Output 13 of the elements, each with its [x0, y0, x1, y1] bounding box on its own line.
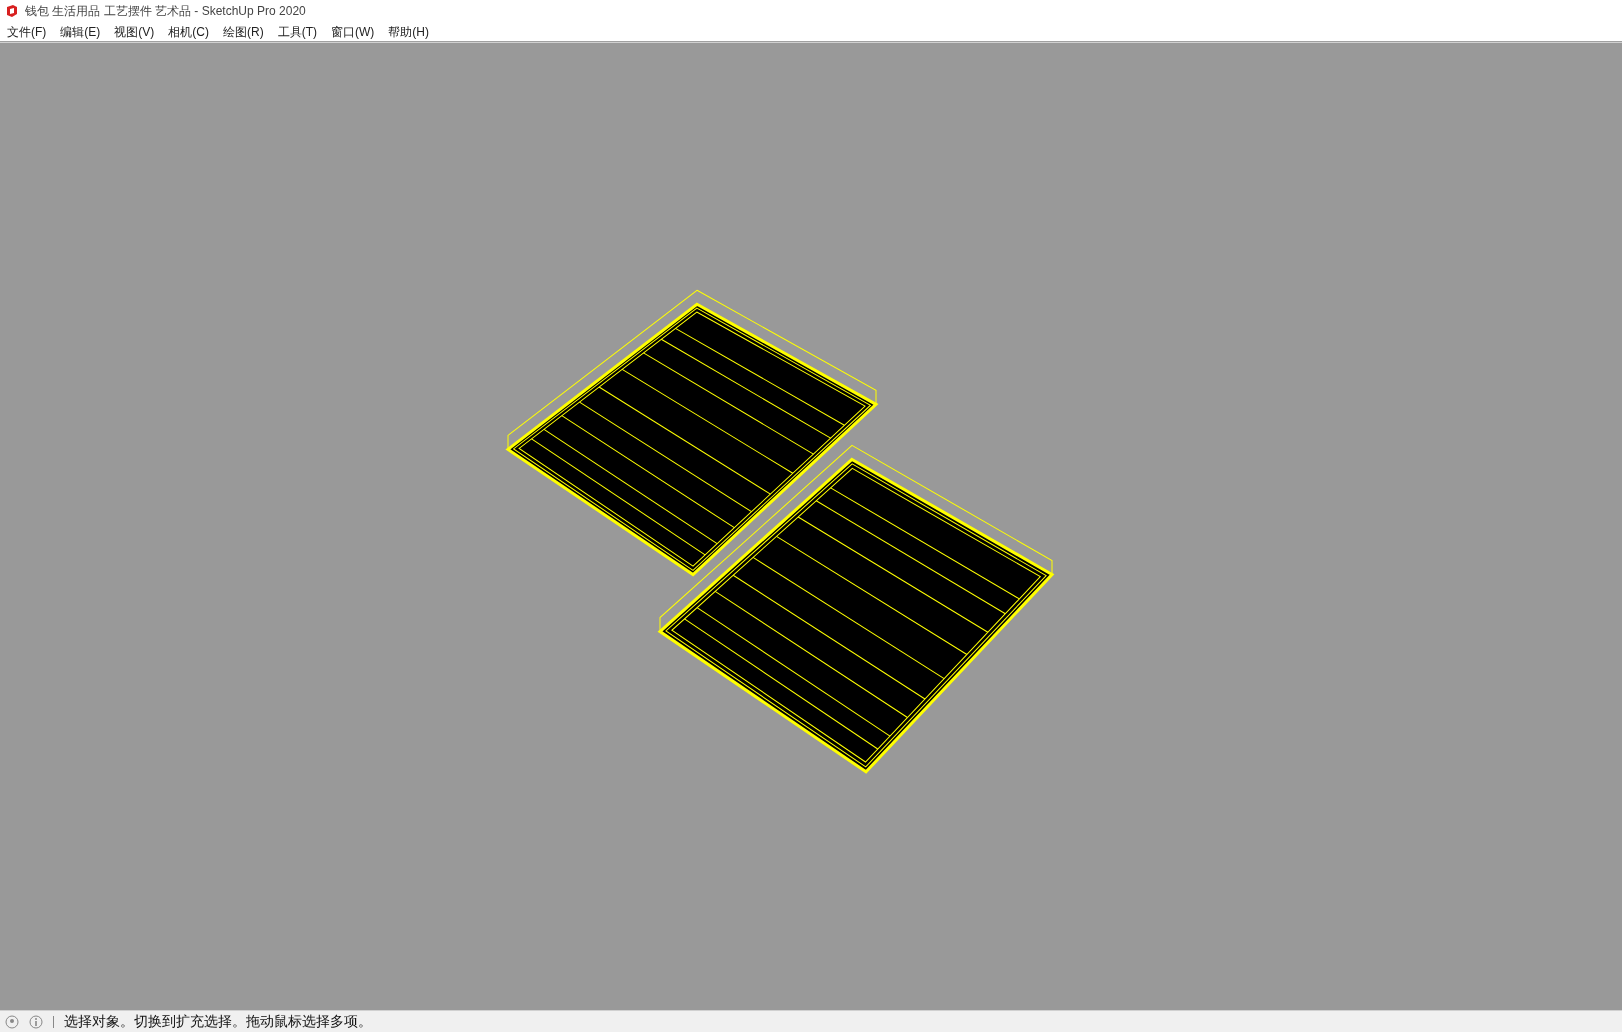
- menu-item[interactable]: 编辑(E): [55, 21, 106, 42]
- menu-item[interactable]: 帮助(H): [383, 21, 434, 42]
- menu-item[interactable]: 视图(V): [109, 21, 160, 42]
- geolocation-icon[interactable]: [5, 1014, 19, 1029]
- window-title: 钱包 生活用品 工艺摆件 艺术品 - SketchUp Pro 2020: [25, 3, 306, 20]
- menu-item[interactable]: 工具(T): [272, 21, 322, 42]
- status-message: 选择对象。切换到扩充选择。拖动鼠标选择多项。: [64, 1012, 372, 1031]
- menu-item[interactable]: 绘图(R): [218, 21, 269, 42]
- menu-item[interactable]: 文件(F): [2, 21, 52, 42]
- menu-item[interactable]: 相机(C): [163, 21, 214, 42]
- menu-item[interactable]: 窗口(W): [326, 21, 380, 42]
- info-icon[interactable]: [29, 1014, 43, 1029]
- app-logo-icon: [5, 4, 19, 18]
